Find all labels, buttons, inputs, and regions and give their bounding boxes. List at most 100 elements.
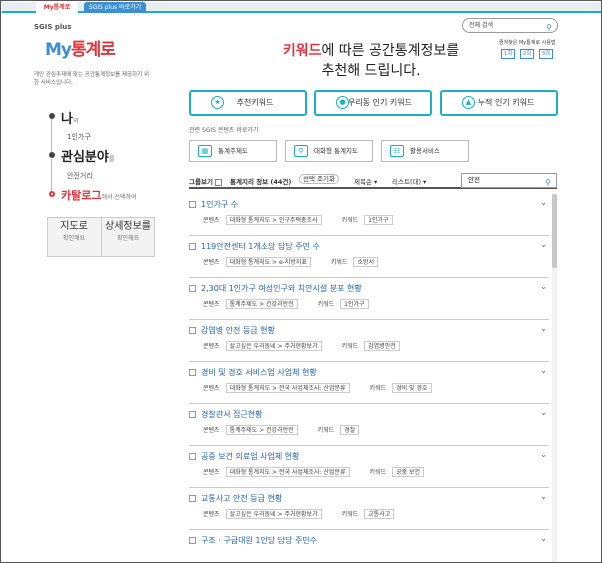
item-title[interactable]: 감염병 안전 등급 현황	[201, 326, 275, 335]
keyword-tag[interactable]: 감염병안전	[364, 341, 400, 351]
chevron-down-icon[interactable]: ⌄	[540, 492, 547, 501]
list-item[interactable]: 감염병 안전 등급 현황 ⌄ 콘텐츠 살고싶은 우리동네 > 주거현황보기 키워드 감…	[189, 320, 549, 362]
item-title[interactable]: 1인가구 수	[201, 200, 238, 209]
item-title[interactable]: 경찰관서 접근현황	[201, 410, 262, 419]
map-view-button[interactable]: 지도로 확인해요	[50, 222, 98, 244]
rank-button-3[interactable]: 3회	[539, 49, 553, 59]
rank-button-2[interactable]: 2회	[520, 49, 534, 59]
cumulative-popular-keyword-label: 누적 인기 키워드	[477, 98, 535, 107]
item-title[interactable]: 공중 보건 의료업 사업체 현황	[201, 452, 300, 461]
ranking-podium-icon: ▲	[462, 96, 475, 109]
interactive-map-button[interactable]: ⚲ 대화형 통계지도	[285, 140, 373, 162]
global-search-input[interactable]: 전체 검색 ⚲	[462, 18, 558, 33]
content-tag[interactable]: 대화형 통계지도 > 전국 사업체조사: 산업분류	[225, 383, 350, 393]
content-tag[interactable]: 살고싶은 우리동네 > 주거현황보기	[225, 509, 322, 519]
detail-view-button[interactable]: 상세정보를 확인해요	[104, 222, 152, 244]
keyword-tag[interactable]: 1인가구	[340, 299, 369, 309]
service-description: 개인 관심주제에 맞는 공간통계정보를 제공하기 위한 서비스입니다.	[34, 72, 150, 86]
list-item[interactable]: 교통사고 안전 등급 현황 ⌄ 콘텐츠 살고싶은 우리동네 > 주거현황보기 키워드…	[189, 488, 549, 530]
keyword-tag[interactable]: 소방서	[353, 257, 379, 267]
content-tag[interactable]: 대화형 통계지도 > 전국 사업체조사: 산업분류	[225, 467, 350, 477]
item-checkbox[interactable]	[189, 327, 196, 334]
my-tonggyero-logo[interactable]: My통계로	[45, 35, 116, 60]
search-icon[interactable]: ⚲	[545, 176, 551, 189]
chevron-down-icon[interactable]: ⌄	[540, 450, 547, 459]
group-view-toggle[interactable]: 그룹보기	[189, 176, 222, 186]
utilization-service-button[interactable]: ☷ 활용서비스	[381, 140, 469, 162]
statistics-theme-map-button[interactable]: ▦ 통계주제도	[189, 140, 277, 162]
item-checkbox[interactable]	[189, 453, 196, 460]
keyword-label: 키워드	[341, 343, 359, 350]
chevron-down-icon[interactable]: ⌄	[540, 282, 547, 291]
item-title[interactable]: 교통사고 안전 등급 현황	[201, 494, 282, 503]
chevron-down-icon[interactable]: ⌄	[540, 366, 547, 375]
view-mode-box: 지도로 확인해요 상세정보를 확인해요	[47, 217, 155, 257]
keyword-tag[interactable]: 교통사고	[364, 509, 395, 519]
keyword-tag[interactable]: 공중 보건	[392, 467, 425, 477]
list-item[interactable]: 1인가구 수 ⌄ 콘텐츠 대화형 통계지도 > 인구주택총조사 키워드 1인가구	[189, 194, 549, 236]
item-checkbox[interactable]	[189, 369, 196, 376]
detail-view-sub: 확인해요	[116, 235, 140, 242]
item-title[interactable]: 2,30대 1인가구 여성인구와 치안시설 분포 현황	[201, 284, 362, 293]
content-tag[interactable]: 대화형 통계지도 > 인구주택총조사	[225, 215, 322, 225]
content-tag[interactable]: 통계주제도 > 건강과안전	[225, 425, 298, 435]
global-search-placeholder: 전체 검색	[469, 22, 493, 29]
item-checkbox[interactable]	[189, 495, 196, 502]
item-title[interactable]: 경비 및 경호 서비스업 사업체 현황	[201, 368, 317, 377]
content-tag[interactable]: 대화형 통계지도 > e-지방지표	[225, 257, 311, 267]
nav-interest[interactable]: 관심분야를	[61, 146, 114, 165]
map-view-sub: 확인해요	[62, 235, 86, 242]
local-popular-keyword-label: 우리동 인기 키워드	[348, 98, 412, 107]
list-item[interactable]: 2,30대 1인가구 여성인구와 치안시설 분포 현황 ⌄ 콘텐츠 통계주제도 >…	[189, 278, 549, 320]
content-label: 콘텐츠	[203, 511, 220, 518]
list-item[interactable]: 경찰관서 접근현황 ⌄ 콘텐츠 통계주제도 > 건강과안전 키워드 경찰	[189, 404, 549, 446]
keyword-tag[interactable]: 경찰	[340, 425, 360, 435]
chevron-down-icon[interactable]: ⌄	[540, 198, 547, 207]
scrollbar-thumb[interactable]	[552, 194, 557, 268]
keyword-tag[interactable]: 경비 및 경호	[392, 383, 432, 393]
sgis-logo[interactable]: SGIS plus	[34, 23, 71, 31]
chevron-down-icon[interactable]: ⌄	[540, 534, 547, 543]
nav-connector	[51, 159, 52, 191]
reset-selection-button[interactable]: 선택 조기화	[299, 174, 339, 184]
keyword-label: 키워드	[330, 259, 348, 266]
rank-button-1[interactable]: 1회	[501, 49, 515, 59]
nav-dot	[49, 152, 55, 158]
list-item[interactable]: 구조 · 구급대원 1인당 담당 주민수 ⌄	[189, 530, 549, 562]
item-checkbox[interactable]	[189, 243, 196, 250]
list-item[interactable]: 공중 보건 의료업 사업체 현황 ⌄ 콘텐츠 대화형 통계지도 > 전국 사업체조…	[189, 446, 549, 488]
nav-catalog[interactable]: 카탈로그에서 선택하여	[61, 187, 137, 203]
local-popular-keyword-button[interactable]: ● 우리동 인기 키워드	[314, 90, 432, 116]
chevron-down-icon[interactable]: ⌄	[540, 324, 547, 333]
list-item[interactable]: 119안전센터 1개소당 담당 주민 수 ⌄ 콘텐츠 대화형 통계지도 > e-지…	[189, 236, 549, 278]
content-tag[interactable]: 살고싶은 우리동네 > 주거현황보기	[225, 341, 322, 351]
group-view-checkbox[interactable]	[215, 178, 222, 186]
cumulative-popular-keyword-button[interactable]: ▲ 누적 인기 키워드	[440, 90, 558, 116]
list-item[interactable]: 경비 및 경호 서비스업 사업체 현황 ⌄ 콘텐츠 대화형 통계지도 > 전국 사…	[189, 362, 549, 404]
content-tag[interactable]: 통계주제도 > 건강과안전	[225, 299, 298, 309]
chevron-down-icon[interactable]: ⌄	[540, 408, 547, 417]
view-dropdown[interactable]: 리스트(대) ▾	[392, 176, 426, 186]
item-title[interactable]: 구조 · 구급대원 1인당 담당 주민수	[201, 536, 317, 545]
list-scrollbar[interactable]	[552, 194, 557, 562]
item-title[interactable]: 119안전센터 1개소당 담당 주민 수	[201, 242, 320, 251]
nav-me-label: 나	[61, 112, 73, 127]
nav-sub-safety[interactable]: 안전거리	[67, 171, 93, 181]
content-label: 콘텐츠	[203, 301, 220, 308]
content-label: 콘텐츠	[203, 469, 220, 476]
tab-sgis-plus[interactable]: SGIS plus 바로가기	[84, 2, 146, 13]
keyword-tag[interactable]: 1인가구	[364, 215, 393, 225]
nav-sub-1person[interactable]: 1인가구	[67, 132, 91, 142]
item-checkbox[interactable]	[189, 411, 196, 418]
nav-dot-active	[49, 191, 55, 197]
nav-me[interactable]: 나의	[61, 108, 79, 127]
item-checkbox[interactable]	[189, 201, 196, 208]
item-checkbox[interactable]	[189, 537, 196, 544]
item-checkbox[interactable]	[189, 285, 196, 292]
sort-dropdown[interactable]: 제목순 ▾	[354, 176, 377, 186]
list-search-input[interactable]: 안전 ⚲	[461, 173, 557, 188]
chevron-down-icon[interactable]: ⌄	[540, 240, 547, 249]
search-icon[interactable]: ⚲	[546, 21, 552, 34]
tab-my-tonggyero[interactable]: My통계로	[36, 2, 78, 13]
recommended-keyword-button[interactable]: ★ 추천키워드	[189, 90, 307, 116]
